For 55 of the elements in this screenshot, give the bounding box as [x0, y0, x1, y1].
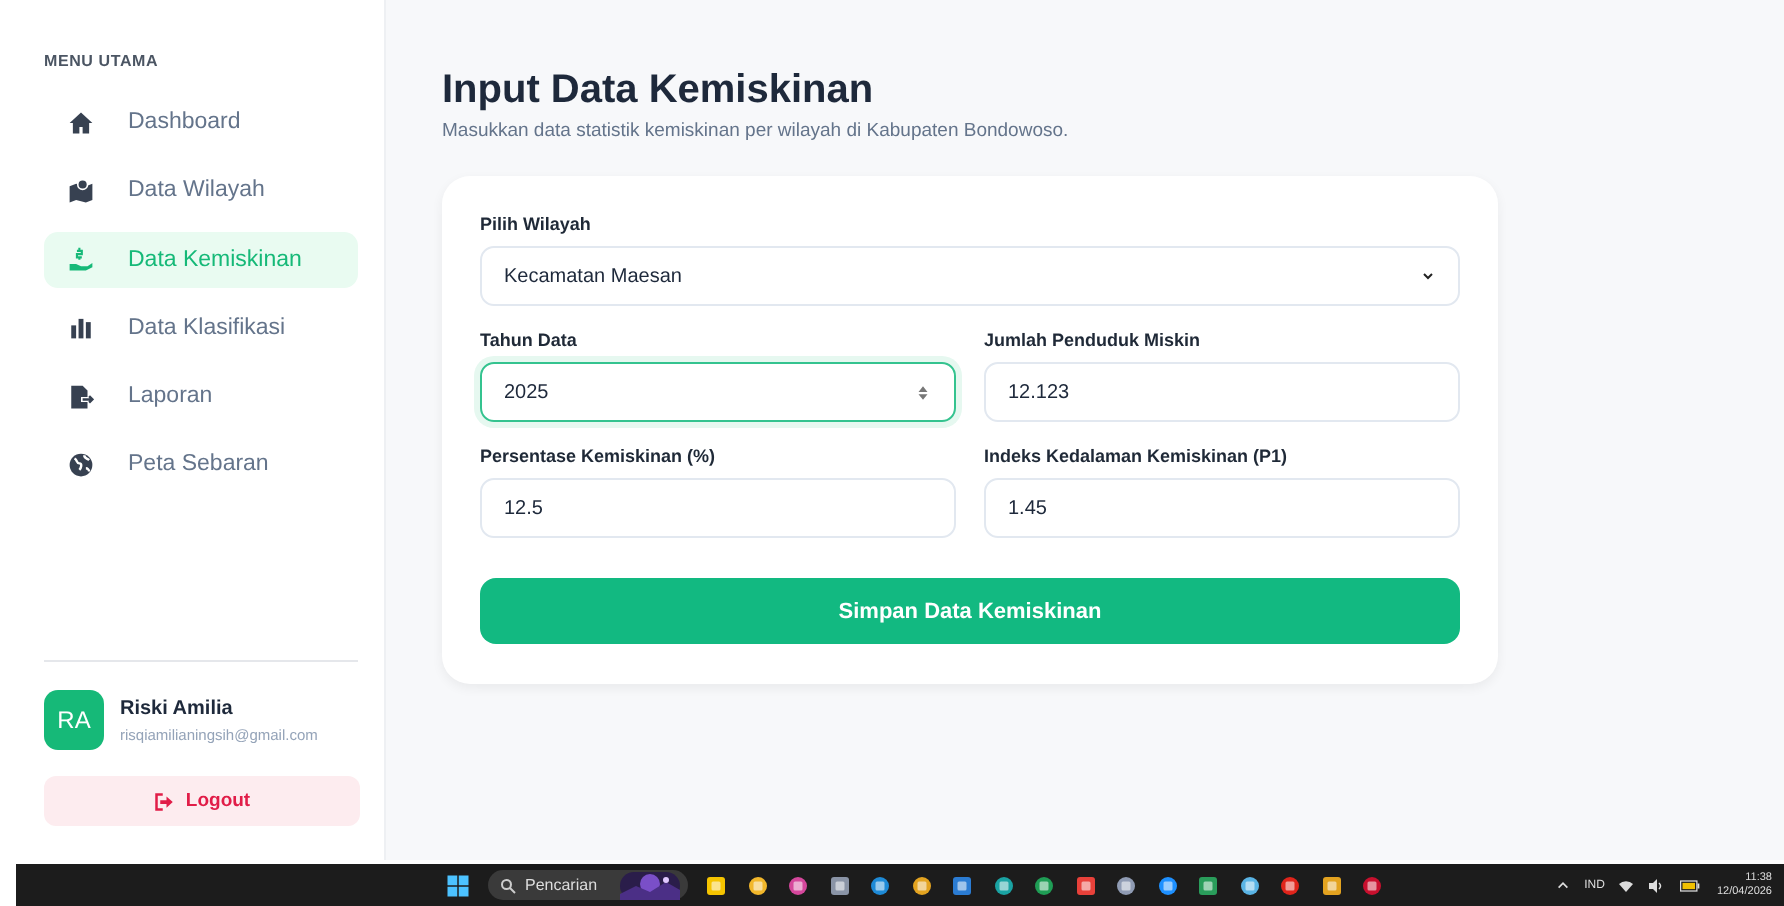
bar-chart-icon — [68, 314, 94, 341]
app-icon[interactable] — [704, 873, 728, 897]
globe-icon — [68, 451, 94, 478]
map-icon — [68, 177, 94, 204]
input-field[interactable]: 12.5 — [480, 478, 956, 538]
speaker-icon — [1648, 877, 1665, 893]
app-icon[interactable] — [868, 873, 892, 897]
input-field[interactable]: 2025 — [480, 362, 956, 422]
hand-coin-icon — [68, 246, 94, 273]
input-field[interactable]: 1.45 — [984, 478, 1460, 538]
logout-icon — [153, 791, 174, 811]
page-title: Input Data Kemiskinan — [442, 68, 876, 114]
submit-button[interactable]: Simpan Data Kemiskinan — [480, 578, 1460, 644]
house-icon — [68, 109, 94, 135]
sidebar-item[interactable]: Data Wilayah — [44, 162, 358, 219]
start-icon — [446, 873, 470, 897]
app-icon[interactable] — [1278, 873, 1302, 897]
app-icon[interactable] — [1032, 873, 1056, 897]
app-icon[interactable] — [786, 873, 810, 897]
wifi-icon — [1618, 877, 1635, 893]
field-label: Tahun Data — [480, 330, 579, 350]
app-icon[interactable] — [1073, 873, 1097, 897]
app-icon[interactable] — [991, 873, 1015, 897]
chevron-up-icon — [1556, 878, 1571, 892]
app-icon[interactable] — [950, 873, 974, 897]
app-icon[interactable] — [1155, 873, 1179, 897]
app-icon[interactable] — [1114, 873, 1138, 897]
user-name: Riski Amilia — [120, 697, 235, 719]
app-icon[interactable] — [827, 873, 851, 897]
app-icon[interactable] — [1237, 873, 1261, 897]
input-field[interactable]: 12.123 — [984, 362, 1460, 422]
field-label: Indeks Kedalaman Kemiskinan (P1) — [984, 446, 1290, 466]
chevron-down-icon — [1420, 268, 1436, 284]
app-icon[interactable] — [745, 873, 769, 897]
field-label: Pilih Wilayah — [480, 214, 593, 234]
dropdown[interactable]: Kecamatan Maesan — [480, 246, 1460, 306]
field-label: Jumlah Penduduk Miskin — [984, 330, 1203, 350]
app-icon[interactable] — [1196, 873, 1220, 897]
menu-heading: MENU UTAMA — [44, 52, 161, 70]
sidebar-item[interactable]: Peta Sebaran — [44, 436, 358, 493]
search-icon — [499, 877, 515, 893]
sidebar-item[interactable]: Laporan — [44, 368, 358, 425]
page-subtitle: Masukkan data statistik kemiskinan per wilayah di Kabupaten Bondowoso. — [442, 120, 1071, 142]
app-icon[interactable] — [1319, 873, 1343, 897]
app-icon[interactable] — [1360, 873, 1384, 897]
sidebar-item[interactable]: Dashboard — [44, 94, 358, 150]
spinner-icon — [914, 381, 932, 403]
logout-button[interactable]: Logout — [44, 776, 360, 826]
field-label: Persentase Kemiskinan (%) — [480, 446, 718, 466]
battery-icon — [1678, 875, 1703, 895]
file-export-icon — [68, 383, 94, 410]
sidebar-item[interactable]: Data Klasifikasi — [44, 299, 358, 356]
search-field[interactable]: Pencarian — [487, 870, 687, 900]
app-icon[interactable] — [909, 873, 933, 897]
avatar: RA — [44, 690, 104, 750]
